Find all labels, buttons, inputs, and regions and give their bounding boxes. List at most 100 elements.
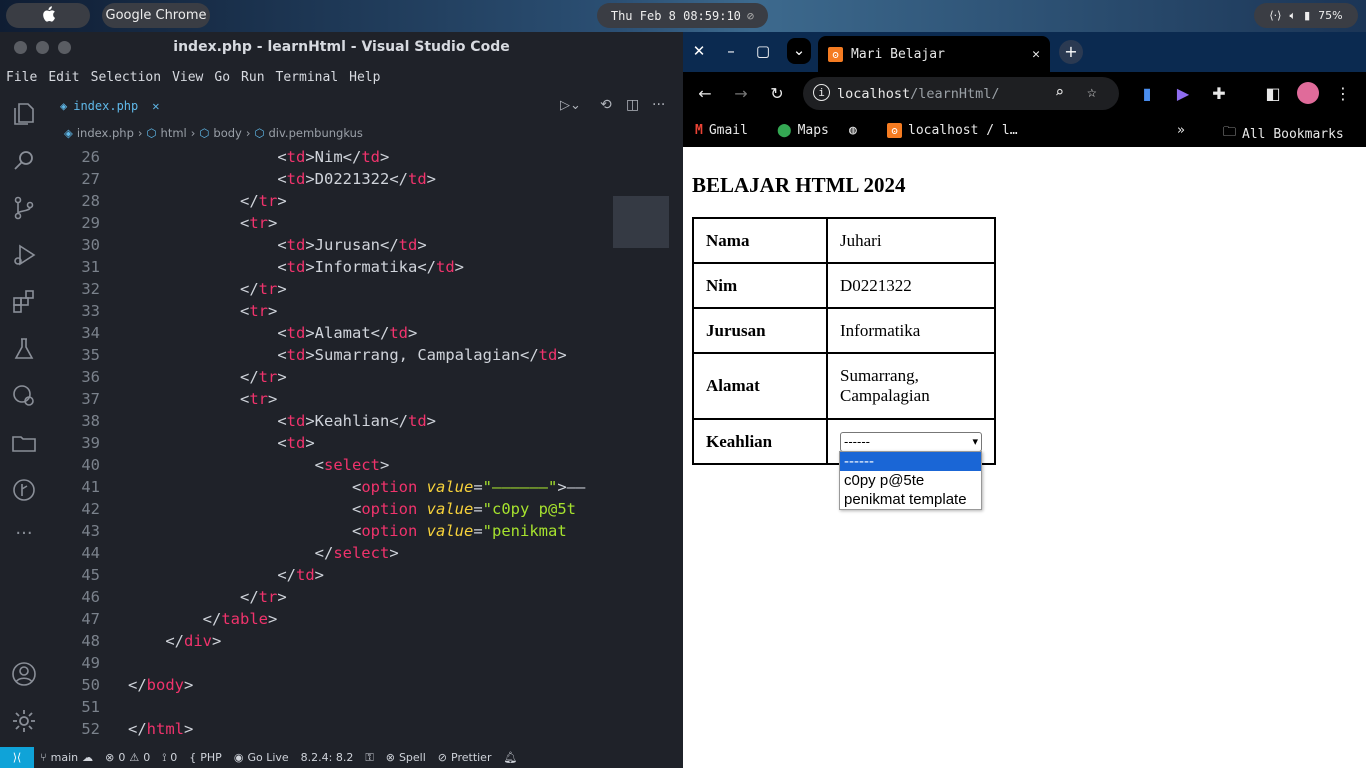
code-line[interactable]: 31 <td>Informatika</td>	[48, 256, 618, 278]
maximize-icon[interactable]: ▢	[753, 42, 773, 60]
apple-menu-button[interactable]	[6, 3, 90, 28]
back-arrow-icon[interactable]: ←	[695, 84, 715, 103]
folder-icon[interactable]	[10, 429, 38, 457]
language-status[interactable]: {PHP	[183, 751, 228, 764]
code-editor[interactable]: 26 <td>Nim</td> 27 <td>D0221322</td> 28 </…	[48, 146, 618, 747]
account-icon[interactable]	[10, 660, 38, 688]
notifications-bell-icon[interactable]: 🔔︎	[497, 751, 523, 764]
clock-pill[interactable]: Thu Feb 8 08:59:10 ⊘	[597, 3, 768, 28]
code-line[interactable]: 36 </tr>	[48, 366, 618, 388]
breadcrumb-item[interactable]: body	[213, 126, 241, 140]
tab-search-icon[interactable]: ⌄	[787, 38, 811, 64]
breadcrumb-item[interactable]: html	[161, 126, 187, 140]
extensions-puzzle-icon[interactable]: ✚	[1209, 84, 1229, 103]
select-option[interactable]: c0py p@5te	[840, 471, 981, 490]
code-line[interactable]: 44 </select>	[48, 542, 618, 564]
code-line[interactable]: 34 <td>Alamat</td>	[48, 322, 618, 344]
menu-run[interactable]: Run	[241, 70, 264, 85]
php-version-status[interactable]: 8.2.4: 8.2	[295, 751, 360, 764]
reload-icon[interactable]: ↻	[767, 84, 787, 103]
settings-gear-icon[interactable]	[10, 707, 38, 735]
chrome-tab-active[interactable]: ʘ Mari Belajar ✕	[818, 36, 1050, 72]
code-line[interactable]: 37 <tr>	[48, 388, 618, 410]
code-line[interactable]: 26 <td>Nim</td>	[48, 146, 618, 168]
menu-file[interactable]: File	[6, 70, 37, 85]
bookmark-globe[interactable]: ◍	[849, 123, 857, 138]
chrome-menu-icon[interactable]: ⋮	[1333, 84, 1353, 103]
run-debug-icon[interactable]	[10, 241, 38, 269]
go-live-button[interactable]: ◉ Go Live	[228, 751, 295, 764]
minimap-slider[interactable]	[613, 196, 669, 248]
menu-terminal[interactable]: Terminal	[276, 70, 339, 85]
run-file-icon[interactable]: ▷⌄	[560, 98, 581, 113]
code-line[interactable]: 33 <tr>	[48, 300, 618, 322]
extension-icon[interactable]: ▶	[1173, 84, 1193, 103]
close-icon[interactable]: ✕	[689, 42, 709, 60]
code-line[interactable]: 32 </tr>	[48, 278, 618, 300]
code-line[interactable]: 39 <td>	[48, 432, 618, 454]
system-tray[interactable]: ⟨·⟩ 🔈︎ ▮ 75%	[1254, 3, 1358, 28]
code-line[interactable]: 43 <option value="penikmat	[48, 520, 618, 542]
code-line[interactable]: 29 <tr>	[48, 212, 618, 234]
breadcrumb-item[interactable]: index.php	[77, 126, 134, 140]
menu-edit[interactable]: Edit	[48, 70, 79, 85]
bookmark-star-icon[interactable]: ☆	[1087, 82, 1097, 101]
side-panel-icon[interactable]: ◧	[1263, 84, 1283, 103]
minimap[interactable]	[613, 146, 669, 266]
select-option[interactable]: ------	[840, 452, 981, 471]
code-line[interactable]: 51	[48, 696, 618, 718]
code-line[interactable]: 28 </tr>	[48, 190, 618, 212]
spell-status[interactable]: ⊗ Spell	[380, 751, 432, 764]
search-icon[interactable]	[10, 147, 38, 175]
code-line[interactable]: 38 <td>Keahlian</td>	[48, 410, 618, 432]
all-bookmarks-button[interactable]: 🗀 All Bookmarks	[1223, 123, 1344, 145]
remote-indicator-icon[interactable]: ⟩⟨	[0, 747, 34, 768]
testing-icon[interactable]	[10, 335, 38, 363]
tab-index-php[interactable]: ◈ index.php ✕	[48, 90, 168, 122]
menu-help[interactable]: Help	[349, 70, 380, 85]
bookmark-gmail[interactable]: M Gmail	[695, 123, 748, 138]
extensions-icon[interactable]	[10, 288, 38, 316]
branch-status[interactable]: ⑂ main ☁	[34, 751, 99, 764]
code-line[interactable]: 47 </table>	[48, 608, 618, 630]
more-icon[interactable]: ···	[10, 523, 38, 551]
explorer-icon[interactable]	[10, 100, 38, 128]
google-docs-extension-icon[interactable]: ▮	[1137, 84, 1157, 103]
ports-status[interactable]: ⟟ 0	[156, 751, 183, 765]
site-info-icon[interactable]: i	[813, 84, 830, 101]
code-line[interactable]: 45 </td>	[48, 564, 618, 586]
code-line[interactable]: 40 <select>	[48, 454, 618, 476]
code-line[interactable]: 49	[48, 652, 618, 674]
address-bar[interactable]: i localhost/learnHtml/ ⌕ ☆	[803, 77, 1119, 110]
more-bookmarks-chevron-icon[interactable]: »	[1177, 123, 1185, 138]
close-tab-icon[interactable]: ✕	[1032, 47, 1040, 62]
code-line[interactable]: 52 </html>	[48, 718, 618, 740]
select-option[interactable]: penikmat template	[840, 490, 981, 509]
problems-status[interactable]: ⊗ 0 ⚠ 0	[99, 751, 156, 764]
code-line[interactable]: 30 <td>Jurusan</td>	[48, 234, 618, 256]
new-tab-button[interactable]: +	[1059, 40, 1083, 64]
split-editor-icon[interactable]: ◫	[626, 97, 639, 113]
menu-go[interactable]: Go	[214, 70, 230, 85]
keahlian-select[interactable]: ------ ▾	[840, 431, 982, 452]
code-line[interactable]: 42 <option value="c0py p@5t	[48, 498, 618, 520]
git-graph-icon[interactable]	[10, 476, 38, 504]
forward-arrow-icon[interactable]: →	[731, 84, 751, 103]
breadcrumb-item[interactable]: div.pembungkus	[269, 126, 363, 140]
code-line[interactable]: 41 <option value="——————">——	[48, 476, 618, 498]
code-line[interactable]: 46 </tr>	[48, 586, 618, 608]
active-app-label[interactable]: Google Chrome	[102, 3, 210, 28]
zoom-icon[interactable]: ⌕	[1055, 83, 1064, 101]
menu-view[interactable]: View	[172, 70, 203, 85]
timeline-icon[interactable]: ⟲	[600, 97, 612, 113]
prettier-status[interactable]: ⊘ Prettier	[432, 751, 498, 764]
code-line[interactable]: 27 <td>D0221322</td>	[48, 168, 618, 190]
menu-selection[interactable]: Selection	[91, 70, 161, 85]
code-line[interactable]: 48 </div>	[48, 630, 618, 652]
profile-avatar[interactable]	[1297, 82, 1319, 104]
source-control-icon[interactable]	[10, 194, 38, 222]
code-line[interactable]: 50 </body>	[48, 674, 618, 696]
code-line[interactable]: 35 <td>Sumarrang, Campalagian</td>	[48, 344, 618, 366]
key-icon[interactable]: ⚿	[359, 751, 379, 765]
more-actions-icon[interactable]: ···	[652, 97, 665, 113]
